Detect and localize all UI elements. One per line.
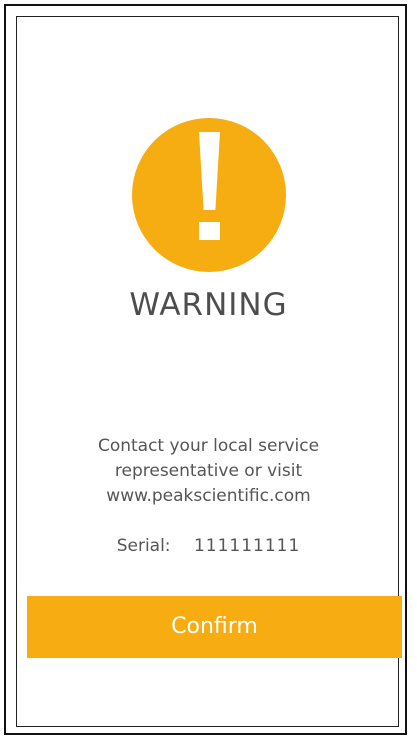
confirm-button[interactable]: Confirm	[27, 596, 402, 658]
serial-row: Serial: 111111111	[0, 536, 417, 556]
exclamation-bar	[199, 132, 220, 210]
warning-message: Contact your local service representativ…	[50, 434, 367, 509]
message-line-1: Contact your local service	[97, 436, 320, 456]
warning-icon	[132, 118, 286, 272]
message-line-2: representative or visit	[114, 461, 303, 481]
message-line-3: www.peakscientific.com	[106, 486, 311, 506]
serial-label: Serial:	[116, 536, 171, 556]
exclamation-dot	[199, 222, 220, 240]
serial-value: 111111111	[193, 536, 301, 556]
warning-title: WARNING	[129, 287, 288, 323]
